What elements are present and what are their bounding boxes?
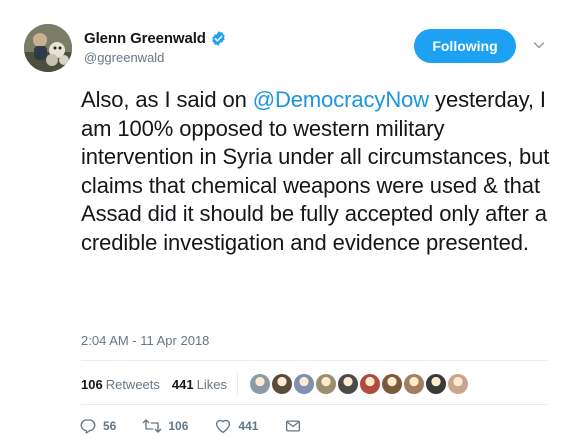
likes-count: 441: [171, 376, 194, 392]
tweet-actions: 56 106 441: [79, 417, 302, 435]
retweet-count: 106: [168, 419, 189, 433]
divider: [81, 404, 547, 405]
mention-link[interactable]: @DemocracyNow: [253, 87, 429, 112]
avatar[interactable]: [24, 24, 72, 72]
tweet-text-after: yesterday, I am 100% opposed to western …: [81, 87, 550, 255]
reply-icon: [79, 417, 97, 435]
retweets-count: 106: [81, 376, 103, 392]
tweet-text-before: Also, as I said on: [81, 87, 253, 112]
retweets-stat[interactable]: 106 Retweets: [81, 377, 160, 392]
like-count: 441: [238, 419, 259, 433]
verified-badge-icon: [210, 30, 227, 47]
tweet-card: Glenn Greenwald @ggreenwald Following Al…: [0, 0, 577, 447]
retweets-label: Retweets: [105, 376, 160, 392]
chevron-down-icon[interactable]: [532, 38, 546, 52]
liker-avatar[interactable]: [293, 374, 314, 394]
liker-avatars: [249, 374, 470, 394]
reply-button[interactable]: 56: [79, 417, 116, 435]
liker-avatar[interactable]: [337, 374, 358, 394]
stats-separator: [236, 373, 238, 395]
like-button[interactable]: 441: [214, 417, 258, 435]
liker-avatar[interactable]: [249, 374, 270, 394]
heart-icon: [214, 417, 232, 435]
following-button[interactable]: Following: [414, 29, 516, 63]
user-handle[interactable]: @ggreenwald: [84, 50, 227, 65]
liker-avatar[interactable]: [447, 374, 468, 394]
tweet-timestamp[interactable]: 2:04 AM - 11 Apr 2018: [81, 333, 209, 348]
divider: [81, 360, 547, 361]
user-info[interactable]: Glenn Greenwald @ggreenwald: [84, 28, 227, 65]
tweet-text: Also, as I said on @DemocracyNow yesterd…: [81, 86, 551, 257]
retweet-button[interactable]: 106: [142, 417, 188, 435]
liker-avatar[interactable]: [359, 374, 380, 394]
likes-stat[interactable]: 441 Likes: [172, 377, 227, 392]
envelope-icon: [284, 417, 302, 435]
liker-avatar[interactable]: [315, 374, 336, 394]
direct-message-button[interactable]: [284, 417, 302, 435]
engagement-stats: 106 Retweets 441 Likes: [81, 372, 470, 396]
liker-avatar[interactable]: [403, 374, 424, 394]
profile-avatar-icon: [24, 24, 72, 72]
liker-avatar[interactable]: [381, 374, 402, 394]
display-name[interactable]: Glenn Greenwald: [84, 30, 206, 47]
reply-count: 56: [103, 419, 117, 433]
liker-avatar[interactable]: [271, 374, 292, 394]
liker-avatar[interactable]: [425, 374, 446, 394]
retweet-icon: [142, 417, 162, 435]
likes-label: Likes: [196, 376, 227, 392]
